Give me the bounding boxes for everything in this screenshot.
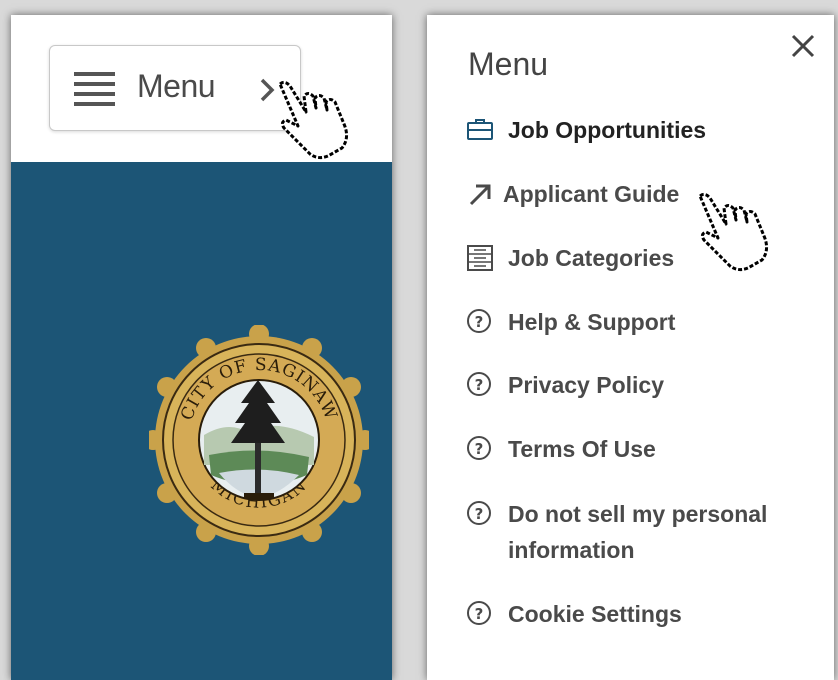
chevron-right-icon xyxy=(260,78,275,102)
menu-item-label: Privacy Policy xyxy=(508,372,664,398)
menu-item-cookie-settings[interactable]: ? Cookie Settings xyxy=(465,599,682,629)
menu-item-label: Terms Of Use xyxy=(508,436,656,462)
question-circle-icon: ? xyxy=(467,372,491,396)
menu-item-applicant-guide[interactable]: Applicant Guide xyxy=(465,179,679,209)
menu-item-terms-of-use[interactable]: ? Terms Of Use xyxy=(465,434,656,464)
svg-text:?: ? xyxy=(475,313,484,331)
menu-item-label: Job Opportunities xyxy=(508,117,707,143)
city-seal-logo: CITY OF SAGINAW MICHIGAN xyxy=(149,325,369,555)
menu-item-privacy-policy[interactable]: ? Privacy Policy xyxy=(465,370,664,400)
close-icon[interactable] xyxy=(790,33,816,59)
menu-item-label: Do not sell my personal information xyxy=(508,501,768,563)
menu-item-job-opportunities[interactable]: Job Opportunities xyxy=(465,115,706,145)
left-panel: Menu CITY OF SAGINAW MICHIGAN xyxy=(11,15,392,680)
briefcase-icon xyxy=(467,119,493,140)
question-circle-icon: ? xyxy=(467,601,491,625)
svg-text:?: ? xyxy=(475,440,484,458)
menu-item-label: Help & Support xyxy=(508,309,676,335)
question-circle-icon: ? xyxy=(467,501,491,525)
menu-item-job-categories[interactable]: Job Categories xyxy=(465,243,674,273)
menu-button[interactable]: Menu xyxy=(49,45,301,131)
menu-item-do-not-sell[interactable]: ? Do not sell my personal information xyxy=(465,499,778,568)
question-circle-icon: ? xyxy=(467,436,491,460)
svg-text:?: ? xyxy=(475,605,484,623)
svg-text:?: ? xyxy=(475,505,484,523)
svg-text:?: ? xyxy=(475,376,484,394)
menu-item-label: Job Categories xyxy=(508,245,675,271)
question-circle-icon: ? xyxy=(467,309,491,333)
menu-item-label: Cookie Settings xyxy=(508,601,682,627)
menu-drawer: Menu Job Opportunities Applicant Guide J… xyxy=(427,15,834,680)
menu-item-label: Applicant Guide xyxy=(503,181,680,207)
hero-banner: CITY OF SAGINAW MICHIGAN xyxy=(11,162,392,680)
menu-item-help-support[interactable]: ? Help & Support xyxy=(465,307,675,337)
arrow-up-right-icon xyxy=(469,184,491,206)
list-icon xyxy=(467,245,493,271)
menu-button-label: Menu xyxy=(137,68,216,104)
hamburger-icon xyxy=(74,72,115,106)
menu-title: Menu xyxy=(468,46,549,82)
